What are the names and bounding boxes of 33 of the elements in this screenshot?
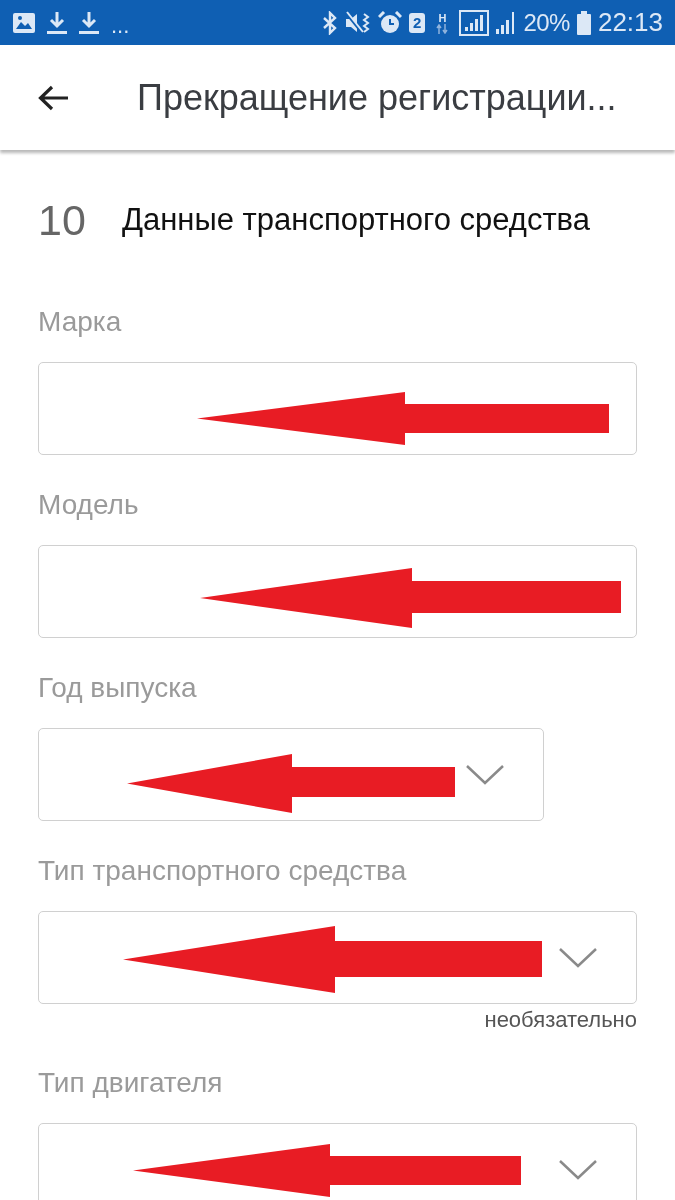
- signal-strength-icon: [496, 11, 517, 34]
- text-input-field[interactable]: [38, 362, 637, 455]
- clock-time: 22:13: [597, 7, 663, 38]
- back-arrow-icon[interactable]: [38, 84, 69, 111]
- field-label: Год выпуска: [38, 672, 197, 704]
- chevron-down-icon: [465, 764, 505, 785]
- chevron-down-icon: [558, 1159, 598, 1180]
- field-label: Тип транспортного средства: [38, 855, 407, 887]
- signal-strength-icon: [459, 9, 490, 36]
- field-label: Модель: [38, 489, 139, 521]
- bluetooth-icon: [322, 10, 339, 35]
- more-notifications-label: ...: [111, 14, 130, 37]
- screen-title: Прекращение регистрации...: [137, 76, 617, 119]
- step-number: 10: [38, 195, 87, 245]
- download-icon: [79, 11, 99, 34]
- dropdown-field[interactable]: [38, 728, 544, 821]
- text-input-field[interactable]: [38, 545, 637, 638]
- dropdown-field[interactable]: [38, 911, 637, 1004]
- alarm-clock-icon: [378, 10, 403, 35]
- download-icon: [47, 11, 67, 34]
- data-arrows-icon: [436, 23, 449, 34]
- network-type-label: H: [438, 11, 447, 24]
- mute-vibrate-icon: [345, 10, 372, 35]
- chevron-down-icon: [558, 947, 598, 968]
- battery-icon: [576, 10, 591, 35]
- battery-percentage: 20%: [523, 8, 570, 37]
- section-title: Данные транспортного средства: [122, 202, 590, 238]
- dropdown-field[interactable]: [38, 1123, 637, 1200]
- optional-hint: необязательно: [484, 1007, 637, 1033]
- field-label: Тип двигателя: [38, 1067, 223, 1099]
- sim-card-indicator: 2: [409, 12, 426, 33]
- image-icon: [13, 12, 35, 33]
- field-label: Марка: [38, 306, 122, 338]
